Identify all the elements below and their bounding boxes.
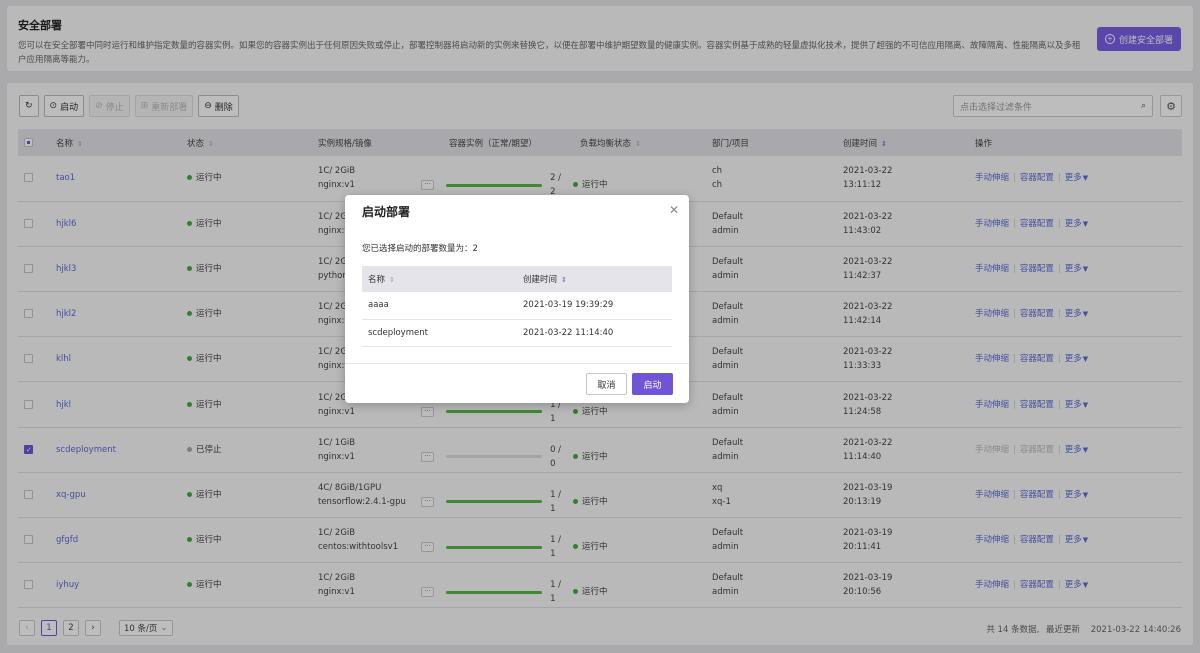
dialog-message: 您已选择启动的部署数量为：2 [362,244,478,254]
dialog-col-name[interactable]: 名称 ⇕ [362,266,517,292]
confirm-start-button[interactable]: 启动 [632,373,673,395]
dialog-row-name: aaaa [362,292,517,320]
close-icon[interactable]: ✕ [669,203,679,217]
dialog-table-header: 名称 ⇕ 创建时间 ⇕ [362,266,672,292]
dialog-table: 名称 ⇕ 创建时间 ⇕ aaaa 2021-03-19 19:39:29 scdep… [362,266,672,347]
table-row: scdeployment 2021-03-22 11:14:40 [362,319,672,347]
dialog-row-created: 2021-03-19 19:39:29 [517,292,672,320]
sort-icon: ⇕ [389,276,395,284]
start-deployment-dialog: 启动部署 ✕ 您已选择启动的部署数量为：2 名称 ⇕ 创建时间 ⇕ aaaa 202… [345,195,689,403]
dialog-row-name: scdeployment [362,319,517,347]
cancel-button[interactable]: 取消 [586,373,627,395]
dialog-title: 启动部署 [362,205,411,219]
dialog-col-created[interactable]: 创建时间 ⇕ [517,266,672,292]
sort-asc-icon: ⇕ [561,276,567,284]
dialog-row-created: 2021-03-22 11:14:40 [517,319,672,347]
dialog-divider [345,363,689,364]
table-row: aaaa 2021-03-19 19:39:29 [362,292,672,320]
